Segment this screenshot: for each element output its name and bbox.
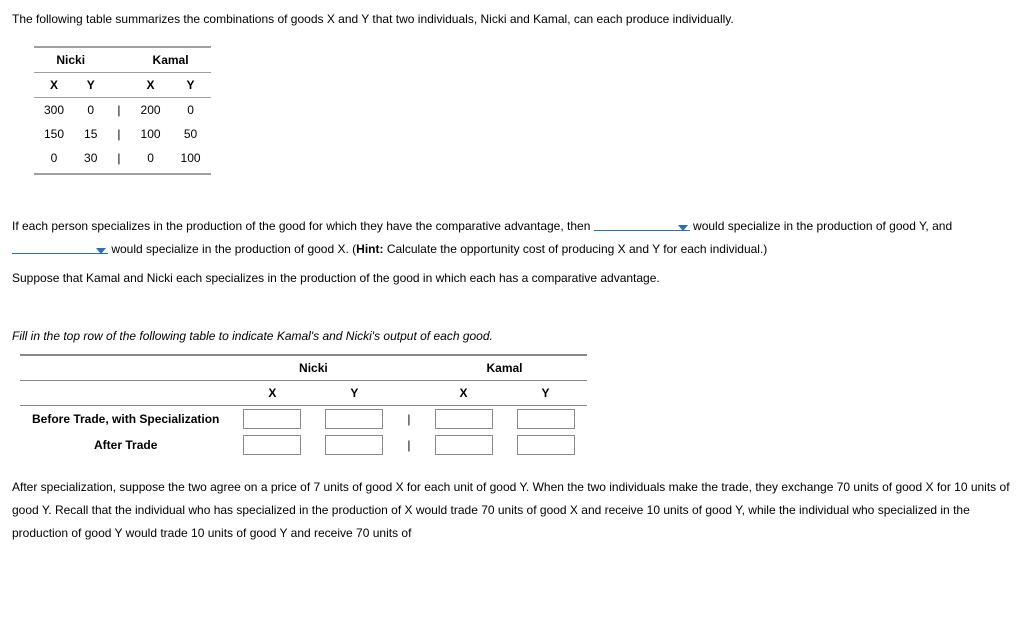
cell: 50 [171, 122, 211, 146]
dropdown-value [14, 241, 92, 253]
cell: 150 [34, 122, 74, 146]
cell: 0 [131, 146, 171, 174]
cell: 300 [34, 98, 74, 123]
ppf-row: 150 15 | 100 50 [34, 122, 211, 146]
q1-part-a: If each person specializes in the produc… [12, 219, 594, 233]
out-blank-sub [20, 381, 231, 406]
dropdown-specialize-x[interactable] [12, 241, 108, 254]
ppf-col-y-n: Y [74, 73, 107, 98]
ppf-head-nicki: Nicki [34, 47, 107, 73]
row-label: After Trade [20, 432, 231, 458]
input-before-kamal-x[interactable] [435, 409, 493, 429]
cell: 100 [131, 122, 171, 146]
intro-text: The following table summarizes the combi… [12, 10, 1012, 28]
ppf-row: 0 30 | 0 100 [34, 146, 211, 174]
out-blank-head [20, 355, 231, 381]
ppf-col-sep [107, 73, 130, 98]
input-before-nicki-y[interactable] [325, 409, 383, 429]
cell: 100 [171, 146, 211, 174]
question-p2: Suppose that Kamal and Nicki each specia… [12, 267, 1012, 290]
ppf-col-y-k: Y [171, 73, 211, 98]
dropdown-specialize-y[interactable] [594, 218, 690, 231]
cell: 0 [171, 98, 211, 123]
row-label: Before Trade, with Specialization [20, 406, 231, 433]
instruction-p3: Fill in the top row of the following tab… [12, 325, 1012, 348]
out-head-sep [395, 355, 422, 381]
q1-part-c: would specialize in the production of go… [111, 242, 356, 256]
dropdown-value [596, 218, 674, 230]
out-head-nicki: Nicki [231, 355, 395, 381]
ppf-head-kamal: Kamal [131, 47, 211, 73]
ppf-row: 300 0 | 200 0 [34, 98, 211, 123]
input-after-nicki-x[interactable] [243, 435, 301, 455]
out-col-y-n: Y [313, 381, 395, 406]
input-after-nicki-y[interactable] [325, 435, 383, 455]
input-before-nicki-x[interactable] [243, 409, 301, 429]
ppf-col-x-k: X [131, 73, 171, 98]
out-col-sep [395, 381, 422, 406]
output-table: Nicki Kamal X Y X Y Before Trade, with S… [20, 354, 587, 458]
ppf-table: Nicki Kamal X Y X Y 300 0 | 200 0 150 15… [34, 46, 211, 175]
q1-part-b: would specialize in the production of go… [693, 219, 952, 233]
output-row-before: Before Trade, with Specialization | [20, 406, 587, 433]
output-row-after: After Trade | [20, 432, 587, 458]
sep: | [395, 406, 422, 433]
sep: | [107, 98, 130, 123]
sep: | [395, 432, 422, 458]
cell: 200 [131, 98, 171, 123]
ppf-col-x-n: X [34, 73, 74, 98]
cell: 30 [74, 146, 107, 174]
input-before-kamal-y[interactable] [517, 409, 575, 429]
input-after-kamal-y[interactable] [517, 435, 575, 455]
question-p1: If each person specializes in the produc… [12, 215, 1012, 261]
input-after-kamal-x[interactable] [435, 435, 493, 455]
out-col-x-k: X [423, 381, 505, 406]
out-col-x-n: X [231, 381, 313, 406]
chevron-down-icon [96, 248, 106, 254]
chevron-down-icon [678, 225, 688, 231]
question-p4: After specialization, suppose the two ag… [12, 476, 1012, 544]
cell: 0 [34, 146, 74, 174]
ppf-head-sep [107, 47, 130, 73]
cell: 0 [74, 98, 107, 123]
cell: 15 [74, 122, 107, 146]
q1-part-d: Calculate the opportunity cost of produc… [384, 242, 768, 256]
sep: | [107, 146, 130, 174]
hint-label: Hint: [356, 242, 383, 256]
out-head-kamal: Kamal [423, 355, 587, 381]
sep: | [107, 122, 130, 146]
out-col-y-k: Y [505, 381, 587, 406]
